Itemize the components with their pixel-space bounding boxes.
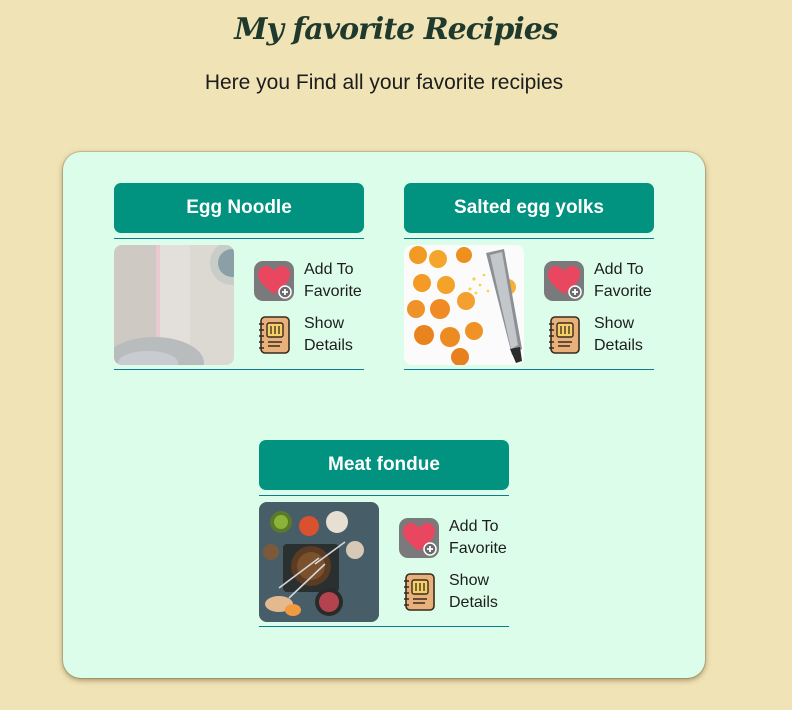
heart-plus-icon — [399, 518, 439, 558]
recipe-card-body: Add To Favorite Show Details — [114, 238, 364, 370]
recipe-book-icon — [254, 315, 294, 355]
show-details-button[interactable]: Show Details — [544, 313, 654, 357]
add-to-favorite-button[interactable]: Add To Favorite — [254, 259, 364, 303]
add-to-favorite-label: Add To Favorite — [449, 518, 507, 557]
recipe-card: Egg Noodle Add To Favorite Show Details — [114, 183, 364, 370]
recipe-card-body: Add To Favorite Show Details — [259, 495, 509, 627]
add-to-favorite-label: Add To Favorite — [594, 261, 652, 300]
recipe-card: Meat fondue Add To Favorite Show Details — [259, 440, 509, 627]
recipe-book-icon — [544, 315, 584, 355]
heart-plus-icon — [254, 261, 294, 301]
recipe-image-salted-egg-yolks[interactable] — [404, 245, 524, 365]
show-details-button[interactable]: Show Details — [399, 570, 509, 614]
add-to-favorite-label: Add To Favorite — [304, 261, 362, 300]
heart-plus-icon — [544, 261, 584, 301]
page-title: My favorite Recipies — [234, 12, 559, 47]
recipe-card-body: Add To Favorite Show Details — [404, 238, 654, 370]
show-details-label: Show Details — [304, 315, 353, 354]
show-details-label: Show Details — [449, 572, 498, 611]
add-to-favorite-button[interactable]: Add To Favorite — [399, 516, 509, 560]
show-details-button[interactable]: Show Details — [254, 313, 364, 357]
recipe-title-button[interactable]: Meat fondue — [259, 440, 509, 490]
page-subtitle: Here you Find all your favorite recipies — [204, 71, 564, 94]
recipe-book-icon — [399, 572, 439, 612]
recipe-title-button[interactable]: Egg Noodle — [114, 183, 364, 233]
show-details-label: Show Details — [594, 315, 643, 354]
recipe-image-egg-noodle[interactable] — [114, 245, 234, 365]
recipe-image-meat-fondue[interactable] — [259, 502, 379, 622]
recipe-card: Salted egg yolks Add To Favorite Show De… — [404, 183, 654, 370]
add-to-favorite-button[interactable]: Add To Favorite — [544, 259, 654, 303]
recipe-title-button[interactable]: Salted egg yolks — [404, 183, 654, 233]
